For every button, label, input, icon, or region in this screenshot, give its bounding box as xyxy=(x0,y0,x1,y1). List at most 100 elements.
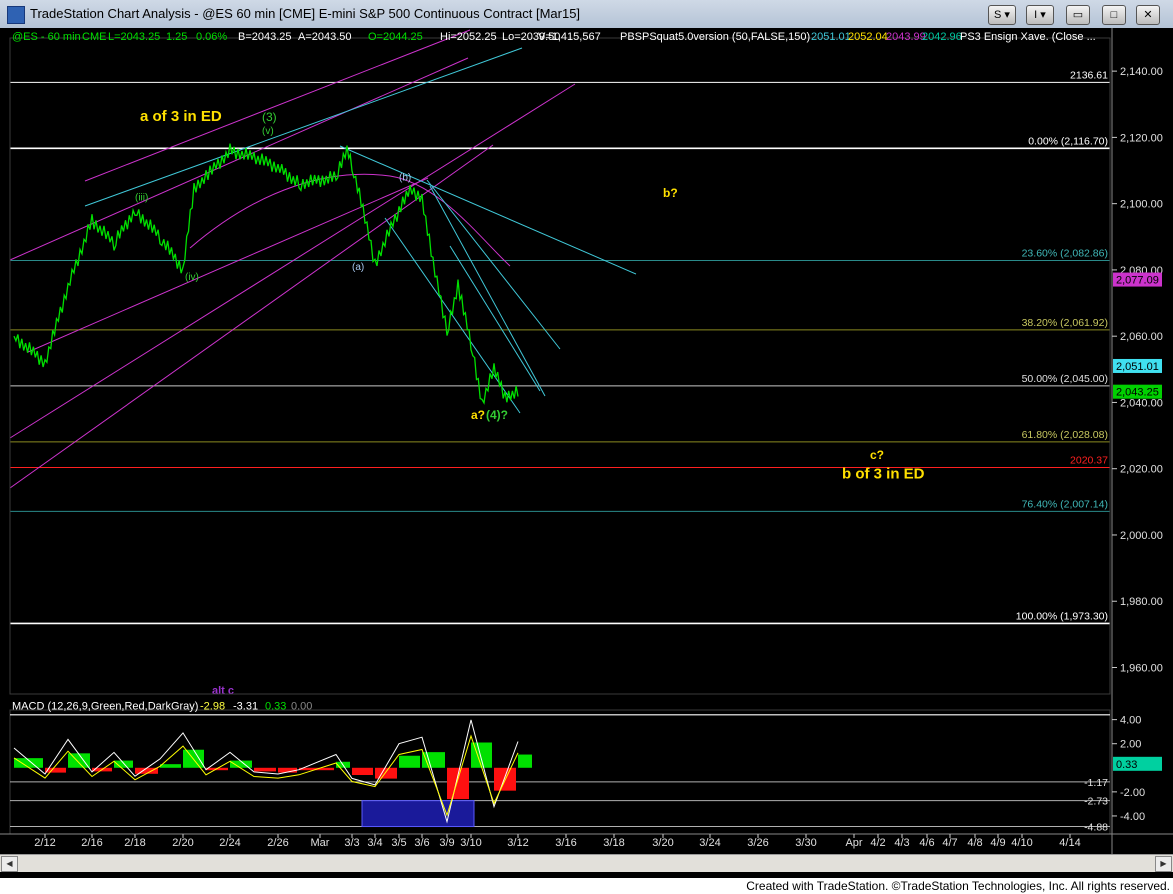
price-tick-label: 2,100.00 xyxy=(1120,199,1163,211)
price-tick-label: 2,060.00 xyxy=(1120,331,1163,343)
header-field: B=2043.25 xyxy=(238,31,292,43)
header-field: 2042.96 xyxy=(922,31,962,43)
date-tick-label: 4/14 xyxy=(1059,837,1080,849)
macd-tick-label: -4.00 xyxy=(1120,811,1145,823)
date-tick-label: 3/30 xyxy=(795,837,816,849)
date-tick-label: 3/10 xyxy=(460,837,481,849)
date-tick-label: 2/18 xyxy=(124,837,145,849)
wave-annotation: a of 3 in ED xyxy=(140,108,222,125)
price-badge-label: 2,043.25 xyxy=(1116,387,1159,399)
macd-signal-line xyxy=(13,734,519,817)
date-tick-label: 3/4 xyxy=(367,837,382,849)
horizontal-scrollbar[interactable]: ◀ ▶ xyxy=(0,854,1173,872)
cyan-trend-line xyxy=(339,145,637,275)
fib-level-label: 0.00% (2,116.70) xyxy=(1028,135,1108,147)
macd-histogram-bar xyxy=(160,764,181,768)
wave-annotation: b? xyxy=(663,186,678,200)
date-tick-label: 4/3 xyxy=(894,837,909,849)
wave-annotation: alt c xyxy=(212,685,234,697)
price-tick-label: 2,140.00 xyxy=(1120,66,1163,78)
date-tick-label: 2/24 xyxy=(219,837,240,849)
date-tick-label: 3/5 xyxy=(391,837,406,849)
minimize-button[interactable]: ▭ xyxy=(1066,5,1090,25)
wave-annotation: (b) xyxy=(399,172,411,183)
macd-histogram-bar xyxy=(254,767,276,772)
scroll-right-icon[interactable]: ▶ xyxy=(1155,856,1172,872)
price-chart[interactable]: 0.00% (2,116.70) 23.60% (2,082.86) 38.20% … xyxy=(0,28,1173,854)
macd-histogram-bar xyxy=(518,754,532,768)
wave-annotation: b of 3 in ED xyxy=(842,466,925,483)
date-tick-label: Apr xyxy=(845,837,862,849)
date-tick-label: 2/26 xyxy=(267,837,288,849)
close-button[interactable]: ✕ xyxy=(1136,5,1160,25)
macd-ref-label: -1.17 xyxy=(1084,777,1108,789)
date-tick-label: 4/9 xyxy=(990,837,1005,849)
cyan-trend-line xyxy=(426,179,561,350)
date-tick-label: 4/2 xyxy=(870,837,885,849)
date-tick-label: 3/18 xyxy=(603,837,624,849)
wave-annotation: (iii) xyxy=(135,192,148,203)
header-field: 2051.01 xyxy=(811,31,851,43)
macd-header-field: 0.33 xyxy=(265,700,286,712)
date-tick-label: 3/26 xyxy=(747,837,768,849)
fib-level-label: 50.00% (2,045.00) xyxy=(1022,373,1108,385)
header-field: L=2043.25 xyxy=(108,31,160,43)
date-tick-label: 3/24 xyxy=(699,837,720,849)
header-field: 2043.99 xyxy=(886,31,926,43)
macd-panel-frame xyxy=(9,709,1111,835)
macd-histogram-bar xyxy=(352,767,373,776)
price-tick-label: 2,020.00 xyxy=(1120,464,1163,476)
macd-ref-label: -2.73 xyxy=(1084,796,1108,808)
fib-level-label: 23.60% (2,082.86) xyxy=(1022,247,1108,259)
price-tick-label: 2,040.00 xyxy=(1120,397,1163,409)
fib-level-label: 100.00% (1,973.30) xyxy=(1016,610,1108,622)
price-panel-frame xyxy=(9,37,1111,695)
macd-histogram-bar xyxy=(68,753,90,768)
footer: Created with TradeStation. ©TradeStation… xyxy=(0,878,1173,894)
price-tick-label: 1,960.00 xyxy=(1120,662,1163,674)
header-field: PS3 Ensign Xave. (Close ... xyxy=(960,31,1096,43)
wave-annotation: (iv) xyxy=(185,272,199,283)
macd-header-field: 0.00 xyxy=(291,700,312,712)
fib-level-label: 38.20% (2,061.92) xyxy=(1022,317,1108,329)
macd-ref-label: -4.88 xyxy=(1084,822,1108,834)
header-field: PBSPSquat5.0version (50,FALSE,150) xyxy=(620,31,810,43)
price-badge-label: 2,077.09 xyxy=(1116,275,1159,287)
date-tick-label: 4/6 xyxy=(919,837,934,849)
header-field: A=2043.50 xyxy=(298,31,352,43)
date-tick-label: 3/9 xyxy=(439,837,454,849)
date-tick-label: 3/3 xyxy=(344,837,359,849)
header-field: O=2044.25 xyxy=(368,31,423,43)
header-field: Hi=2052.25 xyxy=(440,31,497,43)
fib-level-label: 61.80% (2,028.08) xyxy=(1022,429,1108,441)
macd-tick-label: 2.00 xyxy=(1120,739,1141,751)
level-label: 2136.61 xyxy=(1070,69,1108,81)
wave-annotation: (v) xyxy=(262,126,274,137)
strategy-menu-button[interactable]: S ▾ xyxy=(988,5,1016,25)
macd-header-field: -3.31 xyxy=(233,700,258,712)
date-tick-label: 2/20 xyxy=(172,837,193,849)
date-tick-label: 3/16 xyxy=(555,837,576,849)
date-tick-label: 4/8 xyxy=(967,837,982,849)
header-field: V=1,415,567 xyxy=(538,31,601,43)
price-tick-label: 2,120.00 xyxy=(1120,132,1163,144)
macd-histogram-bar xyxy=(447,767,469,800)
date-tick-label: 4/10 xyxy=(1011,837,1032,849)
magenta-channel-line xyxy=(84,29,471,182)
window-titlebar: TradeStation Chart Analysis - @ES 60 min… xyxy=(0,0,1173,29)
cyan-trend-line xyxy=(429,185,546,397)
maximize-button[interactable]: □ xyxy=(1102,5,1126,25)
price-tick-label: 2,000.00 xyxy=(1120,530,1163,542)
copyright-text: Created with TradeStation. ©TradeStation… xyxy=(746,879,1170,893)
indicator-menu-button[interactable]: I ▾ xyxy=(1026,5,1054,25)
level-label: 2020.37 xyxy=(1070,454,1108,466)
magenta-channel-line xyxy=(27,177,429,353)
tradestation-app-icon xyxy=(7,6,25,24)
date-tick-label: 3/6 xyxy=(414,837,429,849)
wave-annotation: (4)? xyxy=(486,408,508,422)
header-field: @ES - 60 min xyxy=(12,31,81,43)
date-tick-label: 2/12 xyxy=(34,837,55,849)
header-field: 2052.04 xyxy=(848,31,888,43)
scroll-left-icon[interactable]: ◀ xyxy=(1,856,18,872)
date-tick-label: 4/7 xyxy=(942,837,957,849)
